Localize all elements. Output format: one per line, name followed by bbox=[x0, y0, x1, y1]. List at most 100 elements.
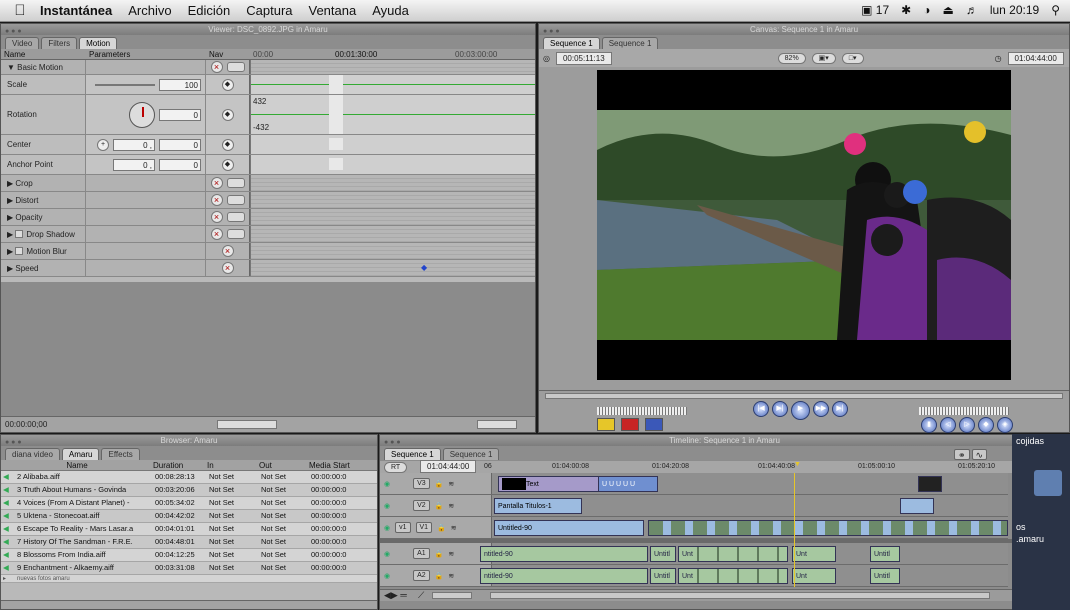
disclosure-closed-icon[interactable]: ▶ bbox=[7, 179, 15, 188]
center-y-field[interactable]: 0 bbox=[159, 138, 201, 151]
tab-effects[interactable]: Effects bbox=[101, 448, 140, 460]
folder-icon[interactable] bbox=[1034, 470, 1062, 496]
row-drop-shadow[interactable]: ▶ Drop Shadow × bbox=[1, 226, 535, 243]
tab-motion[interactable]: Motion bbox=[79, 37, 118, 49]
center-x-field[interactable]: 0 , bbox=[113, 138, 155, 151]
row-crop[interactable]: ▶ Crop × bbox=[1, 175, 535, 192]
list-item[interactable]: ◀ 5 Uktena - Stonecoat.aiff 00:04:42:02 Not… bbox=[1, 510, 377, 523]
playhead-icon[interactable]: ▼ bbox=[794, 461, 801, 468]
col-in[interactable]: In bbox=[207, 460, 259, 470]
wifi-icon[interactable]: ◑ bbox=[923, 3, 930, 17]
anchor-y-field[interactable]: 0 bbox=[159, 158, 201, 171]
audio-clip[interactable]: Untitl bbox=[650, 568, 676, 584]
tab-filters[interactable]: Filters bbox=[41, 37, 78, 49]
list-item[interactable]: ▸ nuevas fotos amaru bbox=[1, 575, 377, 583]
menu-icon[interactable] bbox=[226, 229, 245, 239]
reset-icon[interactable]: × bbox=[210, 177, 223, 189]
match-frame-icon[interactable]: ▮ bbox=[921, 417, 937, 433]
menu-captura[interactable]: Captura bbox=[246, 3, 292, 18]
auto-select-icon[interactable]: ≋ bbox=[448, 502, 454, 510]
row-opacity[interactable]: ▶ Opacity × bbox=[1, 209, 535, 226]
track-height-icon[interactable]: ◀▶ ═ bbox=[384, 590, 407, 601]
lock-icon[interactable]: 🔒 bbox=[437, 524, 446, 532]
tab-sequence-1[interactable]: Sequence 1 bbox=[384, 448, 441, 460]
jog-control[interactable] bbox=[919, 407, 1009, 415]
canvas-video[interactable] bbox=[597, 70, 1011, 380]
rotation-dial[interactable] bbox=[129, 101, 155, 128]
menu-icon[interactable] bbox=[226, 212, 245, 222]
rotation-field[interactable]: 0 bbox=[159, 108, 201, 121]
tab-sequence-1[interactable]: Sequence 1 bbox=[543, 37, 600, 49]
overlay-popup[interactable]: □▾ bbox=[841, 52, 864, 64]
menu-archivo[interactable]: Archivo bbox=[128, 3, 171, 18]
zoom-slider[interactable] bbox=[432, 592, 472, 599]
jog-icon[interactable]: ◎ bbox=[543, 54, 550, 63]
menu-edicion[interactable]: Edición bbox=[188, 3, 231, 18]
reset-icon[interactable]: × bbox=[221, 245, 234, 257]
tab-sequence-1b[interactable]: Sequence 1 bbox=[601, 37, 659, 49]
track-label[interactable]: A1 bbox=[413, 548, 430, 559]
snapping-icon[interactable]: ∿ bbox=[971, 449, 988, 460]
audio-clip[interactable]: Unt bbox=[792, 568, 836, 584]
disclosure-closed-icon[interactable]: ▶ bbox=[7, 230, 15, 239]
track-toggle-icon[interactable]: ◉ bbox=[384, 480, 390, 488]
disclosure-closed-icon[interactable]: ▶ bbox=[7, 213, 15, 222]
add-keyframe-icon[interactable]: ◈ bbox=[997, 417, 1013, 433]
tab-diana-video[interactable]: diana video bbox=[5, 448, 60, 460]
add-marker-icon[interactable]: ◆ bbox=[978, 417, 994, 433]
prev-edit-icon[interactable]: |◀ bbox=[753, 401, 769, 417]
audio-clip[interactable]: Untitl bbox=[870, 568, 900, 584]
keyframe-icon[interactable]: ◆ bbox=[221, 78, 234, 91]
list-item[interactable]: ◀ 6 Escape To Reality - Mars Lasar.a 00:04… bbox=[1, 523, 377, 536]
disclosure-closed-icon[interactable]: ▶ bbox=[7, 247, 15, 256]
track-toggle-icon[interactable]: ◉ bbox=[384, 572, 390, 580]
menu-app[interactable]: Instantánea bbox=[40, 3, 112, 18]
mark-in-icon[interactable]: ◁ bbox=[940, 417, 956, 433]
row-basic-motion[interactable]: ▼ Basic Motion × bbox=[1, 60, 535, 75]
crosshair-icon[interactable]: + bbox=[97, 138, 109, 151]
rt-popup[interactable]: RT bbox=[384, 462, 408, 473]
tab-amaru[interactable]: Amaru bbox=[61, 448, 100, 460]
track-label[interactable]: V2 bbox=[413, 500, 430, 511]
timeline-titlebar[interactable]: ● ● ● Timeline: Sequence 1 in Amaru bbox=[380, 435, 1069, 446]
track-label[interactable]: V1 bbox=[415, 522, 433, 533]
track-label[interactable]: A2 bbox=[413, 570, 430, 581]
play-around-icon[interactable]: ▶▶ bbox=[813, 401, 829, 417]
menu-icon[interactable] bbox=[226, 195, 245, 205]
overwrite-edit-icon[interactable] bbox=[621, 418, 639, 431]
col-duration[interactable]: Duration bbox=[153, 460, 207, 470]
scale-field[interactable]: 100 bbox=[159, 78, 201, 91]
window-buttons-icon[interactable]: ● ● ● bbox=[384, 437, 401, 448]
canvas-duration[interactable]: 00:05:11:13 bbox=[555, 51, 612, 65]
menu-ayuda[interactable]: Ayuda bbox=[372, 3, 409, 18]
reset-icon[interactable]: × bbox=[210, 194, 223, 206]
bluetooth-icon[interactable]: ✱ bbox=[901, 3, 911, 17]
enable-checkbox[interactable] bbox=[15, 230, 24, 238]
linking-icon[interactable]: ⚭ bbox=[954, 449, 970, 460]
apple-icon[interactable]:  bbox=[0, 2, 40, 19]
scale-slider[interactable] bbox=[95, 83, 155, 86]
audio-clip[interactable]: Unt bbox=[678, 568, 788, 584]
disclosure-closed-icon[interactable]: ▶ bbox=[7, 196, 15, 205]
auto-select-icon[interactable]: ≋ bbox=[448, 550, 454, 558]
timeline-timecode[interactable]: 01:04:44:00 bbox=[420, 460, 477, 473]
volume-icon[interactable]: ♬ bbox=[966, 3, 978, 17]
keyframe-icon[interactable]: ◆ bbox=[221, 138, 234, 151]
list-item[interactable]: ◀ 4 Voices (From A Distant Planet) - 00:05… bbox=[1, 497, 377, 510]
viewer-titlebar[interactable]: ● ● ● Viewer: DSC_0892.JPG in Amaru bbox=[1, 24, 535, 35]
audio-clip[interactable]: ntitled-90 bbox=[480, 546, 648, 562]
play-in-out-icon[interactable]: ▶| bbox=[772, 401, 788, 417]
lock-icon[interactable]: 🔒 bbox=[435, 550, 444, 558]
lock-icon[interactable]: 🔒 bbox=[435, 502, 444, 510]
audio-clip[interactable]: Unt bbox=[678, 546, 788, 562]
titulos-clip[interactable]: Pantalla Titulos-1 bbox=[494, 498, 582, 514]
tab-sequence-1b[interactable]: Sequence 1 bbox=[442, 448, 500, 460]
menu-icon[interactable] bbox=[226, 178, 245, 188]
lock-icon[interactable]: 🔒 bbox=[435, 480, 444, 488]
col-out[interactable]: Out bbox=[259, 460, 309, 470]
logo-clip[interactable] bbox=[900, 498, 934, 514]
auto-select-icon[interactable]: ≋ bbox=[448, 572, 454, 580]
menu-ventana[interactable]: Ventana bbox=[309, 3, 357, 18]
play-icon[interactable]: ▶ bbox=[791, 401, 810, 420]
list-item[interactable]: ◀ 8 Blossoms From India.aiff 00:04:12:25 No… bbox=[1, 549, 377, 562]
